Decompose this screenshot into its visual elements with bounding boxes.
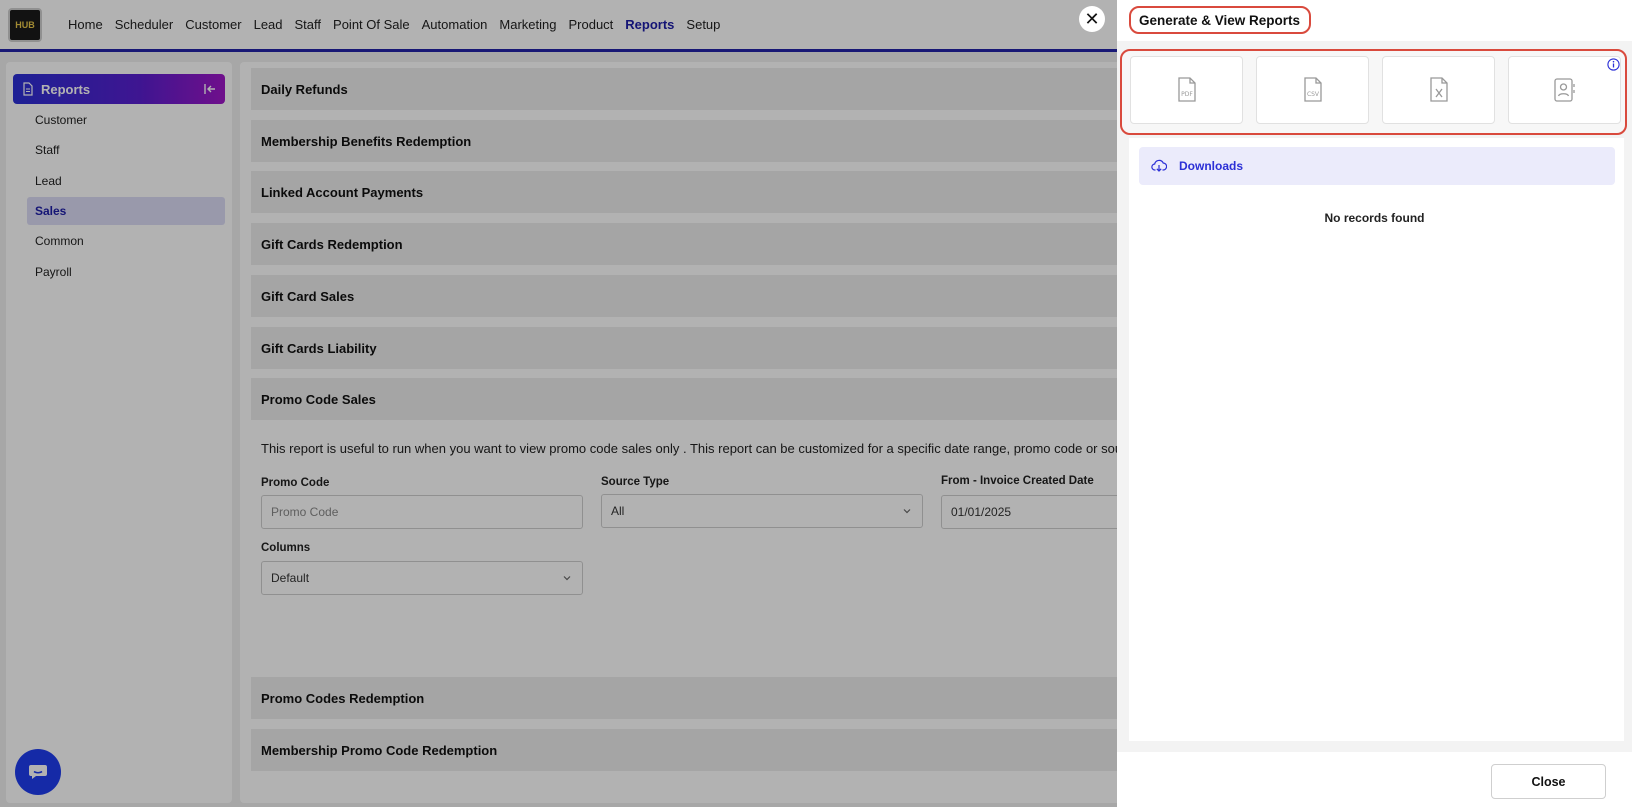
excel-icon [1429, 77, 1448, 102]
downloads-section-header[interactable]: Downloads [1139, 147, 1615, 185]
export-pdf-button[interactable]: PDF [1130, 56, 1243, 124]
export-excel-button[interactable] [1382, 56, 1495, 124]
empty-state-text: No records found [1324, 211, 1425, 225]
panel-title: Generate & View Reports [1129, 6, 1311, 34]
panel-body [1129, 138, 1624, 741]
cloud-download-icon [1151, 159, 1167, 172]
contact-report-icon [1553, 78, 1575, 102]
modal-backdrop[interactable] [0, 0, 1117, 807]
export-contact-report-button[interactable] [1508, 56, 1621, 124]
svg-text:PDF: PDF [1181, 91, 1193, 98]
info-icon[interactable] [1607, 58, 1620, 71]
close-drawer-icon[interactable]: ✕ [1079, 6, 1105, 32]
export-formats-group: PDF CSV [1120, 49, 1627, 135]
close-button[interactable]: Close [1491, 764, 1606, 799]
csv-icon: CSV [1303, 77, 1322, 102]
downloads-label: Downloads [1179, 159, 1244, 173]
svg-text:CSV: CSV [1306, 91, 1319, 98]
pdf-icon: PDF [1177, 77, 1196, 102]
export-csv-button[interactable]: CSV [1256, 56, 1369, 124]
generate-reports-panel: Generate & View Reports PDF CSV Download… [1117, 0, 1632, 807]
